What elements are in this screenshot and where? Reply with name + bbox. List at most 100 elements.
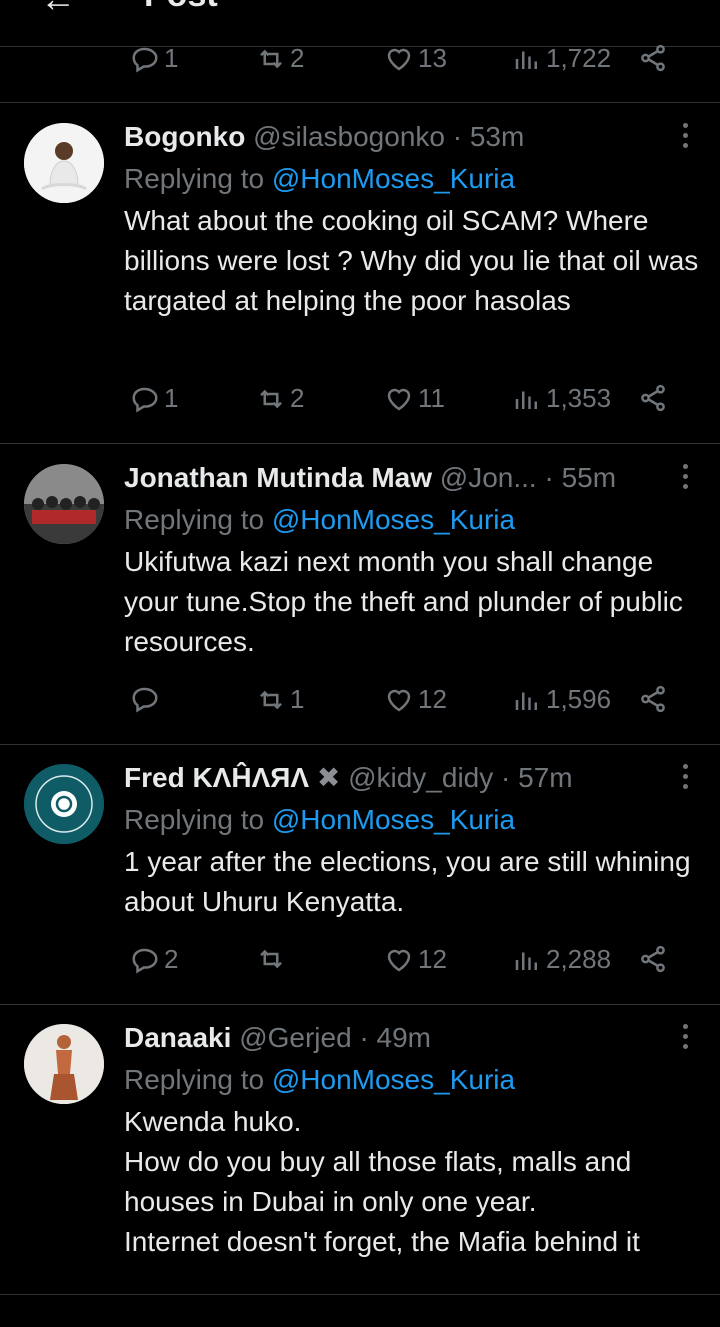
share-button[interactable]: [638, 383, 668, 413]
avatar[interactable]: [24, 123, 104, 203]
handle[interactable]: @kidy_didy: [348, 762, 493, 793]
views-count: 1,722: [546, 43, 612, 73]
back-arrow-icon[interactable]: ←: [40, 0, 76, 20]
reply-tweet[interactable]: Danaaki @Gerjed · 49m Replying to @HonMo…: [0, 1018, 720, 1294]
reply-button[interactable]: 1: [130, 43, 178, 74]
handle[interactable]: @Gerjed: [239, 1022, 351, 1053]
reply-tweet[interactable]: Fred KΛĤΛЯΛ ✖ @kidy_didy · 57m Replying …: [0, 758, 720, 1004]
cross-mark-icon: ✖: [316, 762, 341, 793]
share-button[interactable]: [638, 43, 668, 73]
share-button[interactable]: [638, 684, 668, 714]
post-divider: [0, 102, 720, 103]
repost-icon: [260, 690, 282, 709]
like-button[interactable]: 11: [384, 383, 445, 414]
like-button[interactable]: 12: [384, 684, 447, 715]
tweet-actions: 1 2 11 1,353: [0, 383, 720, 423]
avatar-photo: [24, 464, 104, 544]
repost-count: 2: [290, 43, 305, 73]
like-button[interactable]: 12: [384, 944, 447, 975]
reply-button[interactable]: [130, 684, 164, 714]
share-icon: [641, 945, 665, 973]
more-options-icon[interactable]: [680, 123, 690, 153]
more-options-icon[interactable]: [680, 1024, 690, 1054]
avatar[interactable]: [24, 464, 104, 544]
avatar-logo: [24, 764, 104, 844]
repost-icon: [260, 49, 282, 68]
like-count: 11: [418, 383, 445, 413]
display-name[interactable]: Bogonko: [124, 121, 245, 152]
repost-button[interactable]: 2: [256, 383, 304, 414]
reply-count: 1: [164, 43, 179, 73]
more-options-icon[interactable]: [680, 464, 690, 494]
more-options-icon[interactable]: [680, 764, 690, 794]
tweet-text: Ukifutwa kazi next month you shall chang…: [124, 546, 691, 657]
heart-icon: [387, 388, 411, 410]
tweet-divider: [0, 443, 720, 444]
handle[interactable]: @silasbogonko: [253, 121, 445, 152]
heart-icon: [387, 689, 411, 711]
handle[interactable]: @Jon...: [440, 462, 537, 493]
mention-link[interactable]: @HonMoses_Kuria: [272, 1064, 515, 1095]
replying-to: Replying to @HonMoses_Kuria: [124, 1060, 515, 1100]
share-button[interactable]: [638, 944, 668, 974]
replying-to: Replying to @HonMoses_Kuria: [124, 159, 515, 199]
tweet-text: What about the cooking oil SCAM? Where b…: [124, 205, 707, 316]
avatar-photo: [24, 1024, 104, 1104]
reply-tweet[interactable]: Jonathan Mutinda Maw @Jon... · 55m Reply…: [0, 458, 720, 744]
reply-button[interactable]: 2: [130, 944, 178, 975]
tweet-text: 1 year after the elections, you are stil…: [124, 846, 699, 917]
repost-button[interactable]: 1: [256, 684, 304, 715]
display-name[interactable]: Fred KΛĤΛЯΛ: [124, 762, 309, 793]
reply-count: 2: [164, 944, 179, 974]
views-button[interactable]: 1,596: [512, 684, 611, 715]
repost-count: 2: [290, 383, 305, 413]
views-count: 2,288: [546, 944, 612, 974]
timestamp: · 53m: [452, 121, 525, 152]
views-count: 1,353: [546, 383, 612, 413]
tweet-divider: [0, 1004, 720, 1005]
tweet-meta: Danaaki @Gerjed · 49m: [124, 1018, 660, 1058]
repost-button[interactable]: 2: [256, 43, 304, 74]
repost-icon: [260, 949, 282, 969]
views-icon: [515, 692, 537, 710]
reply-icon: [132, 948, 158, 973]
top-bar: ← Post: [0, 0, 720, 46]
avatar[interactable]: [24, 1024, 104, 1104]
reply-button[interactable]: 1: [130, 383, 178, 414]
tweet-actions: 2 12 2,288: [0, 944, 720, 984]
tweet-divider: [0, 744, 720, 745]
share-icon: [641, 685, 665, 713]
mention-link[interactable]: @HonMoses_Kuria: [272, 163, 515, 194]
reply-icon: [132, 387, 158, 412]
replying-label: Replying to: [124, 1064, 265, 1095]
views-icon: [515, 952, 537, 970]
views-button[interactable]: 2,288: [512, 944, 611, 975]
display-name[interactable]: Jonathan Mutinda Maw: [124, 462, 432, 493]
tweet-meta: Bogonko @silasbogonko · 53m: [124, 117, 660, 157]
tweet-meta: Jonathan Mutinda Maw @Jon... · 55m: [124, 458, 660, 498]
timestamp: · 55m: [544, 462, 617, 493]
timestamp: · 49m: [359, 1022, 432, 1053]
views-button[interactable]: 1,722: [512, 43, 611, 74]
replying-label: Replying to: [124, 504, 265, 535]
like-count: 12: [418, 944, 447, 974]
mention-link[interactable]: @HonMoses_Kuria: [272, 504, 515, 535]
repost-icon: [260, 389, 282, 408]
reply-tweet[interactable]: Bogonko @silasbogonko · 53m Replying to …: [0, 117, 720, 443]
like-button[interactable]: 13: [384, 43, 447, 74]
display-name[interactable]: Danaaki: [124, 1022, 231, 1053]
replying-label: Replying to: [124, 163, 265, 194]
views-icon: [515, 391, 537, 409]
views-count: 1,596: [546, 684, 612, 714]
replying-to: Replying to @HonMoses_Kuria: [124, 800, 515, 840]
avatar[interactable]: [24, 764, 104, 844]
main-post-actions: 1 2 13 1,722: [0, 43, 720, 83]
repost-button[interactable]: [256, 944, 290, 974]
tweet-meta: Fred KΛĤΛЯΛ ✖ @kidy_didy · 57m: [124, 758, 660, 798]
share-icon: [641, 44, 665, 72]
views-button[interactable]: 1,353: [512, 383, 611, 414]
avatar-photo: [24, 123, 104, 203]
tweet-actions: 1 12 1,596: [0, 684, 720, 724]
mention-link[interactable]: @HonMoses_Kuria: [272, 804, 515, 835]
bottom-divider: [0, 1294, 720, 1295]
